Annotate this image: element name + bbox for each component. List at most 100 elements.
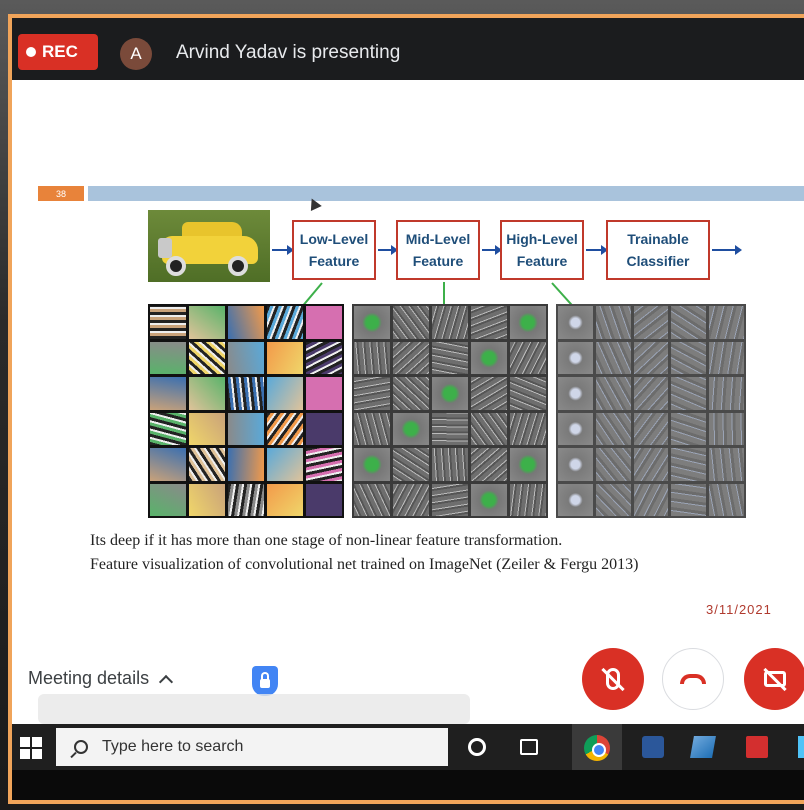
shield-lock-icon[interactable] — [252, 666, 278, 696]
filter-tile — [228, 341, 264, 374]
presenting-text: Arvind Yadav is presenting — [176, 42, 401, 63]
filter-tile — [267, 448, 303, 481]
filter-tile — [354, 483, 390, 516]
filter-tile — [228, 448, 264, 481]
flow-arrow — [378, 245, 398, 255]
filter-tile — [306, 448, 342, 481]
search-icon — [74, 740, 88, 754]
filter-tile — [432, 377, 468, 410]
filter-tile — [471, 377, 507, 410]
slide-date: 3/11/2021 — [706, 602, 772, 617]
filter-tile — [633, 483, 669, 516]
filter-tile — [306, 306, 342, 339]
filter-tile — [595, 448, 631, 481]
filter-tile — [306, 341, 342, 374]
mid-level-feature-box: Mid-Level Feature — [396, 220, 480, 280]
filter-tile — [471, 306, 507, 339]
windows-taskbar: Type here to search — [12, 724, 804, 770]
filter-tile — [267, 341, 303, 374]
filter-tile — [595, 412, 631, 445]
filter-tile — [633, 412, 669, 445]
filter-tile — [150, 306, 186, 339]
green-connector — [443, 282, 445, 304]
recording-badge: REC — [18, 34, 98, 70]
filter-tile — [432, 306, 468, 339]
task-view-icon[interactable] — [520, 739, 538, 755]
filter-tile — [267, 306, 303, 339]
presenting-bar: REC A Arvind Yadav is presenting — [12, 18, 804, 80]
flow-arrow — [272, 245, 294, 255]
camera-toggle-button[interactable] — [744, 648, 804, 710]
filter-tile — [189, 306, 225, 339]
filter-tile — [354, 448, 390, 481]
record-dot-icon — [26, 47, 36, 57]
filter-tile — [671, 377, 707, 410]
filter-tile — [510, 483, 546, 516]
filter-tile — [150, 377, 186, 410]
cortana-icon[interactable] — [468, 738, 486, 756]
flow-arrow — [586, 245, 608, 255]
acrobat-icon[interactable] — [746, 736, 768, 758]
filter-tile — [595, 306, 631, 339]
filter-tile — [558, 306, 593, 339]
filter-tile — [510, 377, 546, 410]
filter-tile — [306, 483, 342, 516]
trainable-classifier-box: Trainable Classifier — [606, 220, 710, 280]
filter-tile — [595, 341, 631, 374]
faded-toolbar-overlay — [38, 694, 470, 724]
filter-tile — [189, 412, 225, 445]
filter-tile — [671, 412, 707, 445]
windows-start-icon[interactable] — [20, 737, 42, 759]
filter-tile — [709, 448, 744, 481]
filter-tile — [267, 412, 303, 445]
filter-tile — [432, 483, 468, 516]
filter-tile — [671, 341, 707, 374]
slide-number: 38 — [38, 186, 84, 201]
chevron-up-icon — [159, 674, 174, 689]
filter-tile — [228, 377, 264, 410]
filter-tile — [558, 483, 593, 516]
slide-header-rule — [88, 186, 804, 201]
flow-arrow — [712, 245, 742, 255]
filter-tile — [432, 448, 468, 481]
filter-tile — [189, 377, 225, 410]
meeting-details-button[interactable]: Meeting details — [28, 668, 174, 689]
filter-tile — [267, 377, 303, 410]
filter-tile — [471, 341, 507, 374]
filter-tile — [510, 448, 546, 481]
filter-tile — [432, 341, 468, 374]
rec-label: REC — [42, 42, 78, 61]
filter-tile — [228, 412, 264, 445]
high-level-filter-grid — [556, 304, 746, 518]
filter-tile — [558, 412, 593, 445]
caption-line-1: Its deep if it has more than one stage o… — [90, 532, 563, 549]
taskbar-search-box[interactable]: Type here to search — [56, 728, 448, 766]
filter-tile — [354, 412, 390, 445]
mid-level-filter-grid — [352, 304, 548, 518]
app-icon-partial[interactable] — [798, 736, 804, 758]
app-icon[interactable] — [690, 736, 716, 758]
filter-tile — [150, 483, 186, 516]
filter-tile — [471, 448, 507, 481]
filter-tile — [393, 448, 429, 481]
filter-tile — [150, 412, 186, 445]
chrome-icon[interactable] — [584, 735, 610, 761]
flow-arrow — [482, 245, 502, 255]
low-level-feature-box: Low-Level Feature — [292, 220, 376, 280]
low-level-filter-grid — [148, 304, 344, 518]
filter-tile — [595, 377, 631, 410]
filter-tile — [471, 483, 507, 516]
filter-tile — [633, 341, 669, 374]
mic-toggle-button[interactable] — [582, 648, 644, 710]
meet-window: REC A Arvind Yadav is presenting 38 Low-… — [8, 14, 804, 804]
leave-call-button[interactable] — [662, 648, 724, 710]
filter-tile — [189, 448, 225, 481]
filter-tile — [595, 483, 631, 516]
filter-tile — [510, 306, 546, 339]
car-image — [148, 210, 270, 282]
filter-tile — [354, 341, 390, 374]
word-icon[interactable] — [642, 736, 664, 758]
filter-tile — [354, 377, 390, 410]
filter-tile — [558, 341, 593, 374]
filter-tile — [150, 448, 186, 481]
